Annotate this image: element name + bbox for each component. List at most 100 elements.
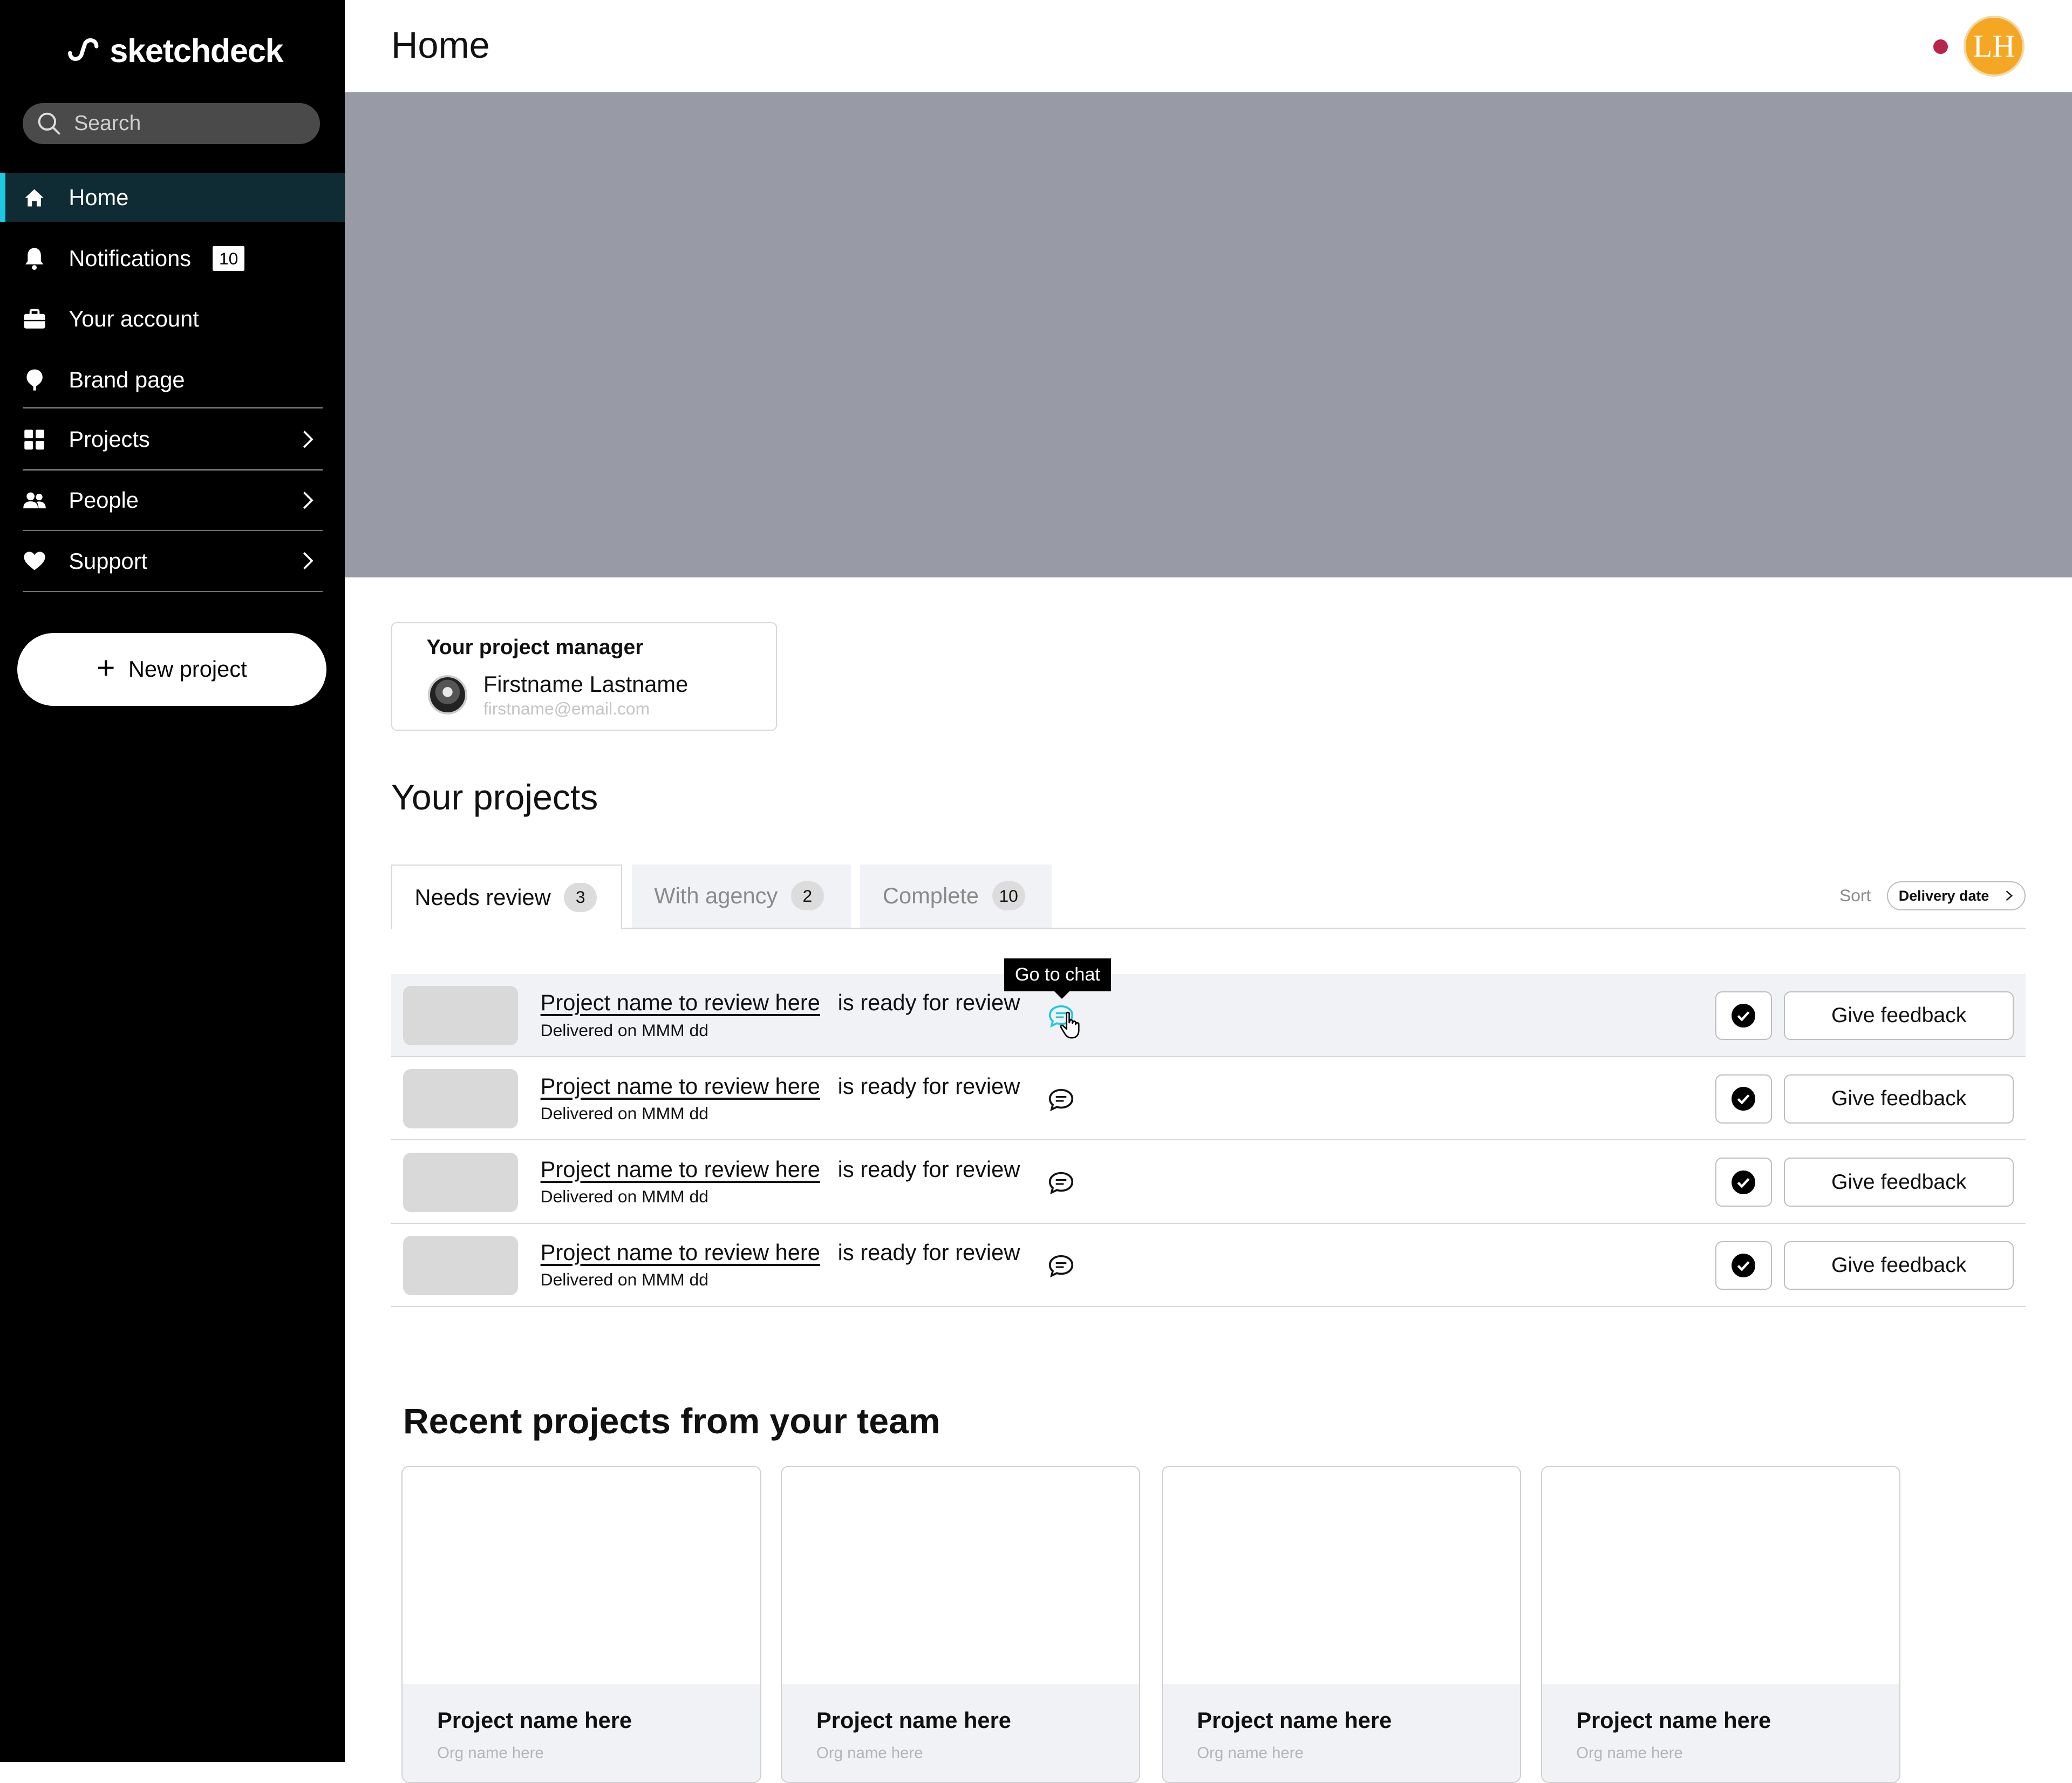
pin-icon bbox=[23, 368, 46, 392]
notifications-count-badge: 10 bbox=[213, 246, 245, 271]
sort-dropdown[interactable]: Delivery date bbox=[1887, 881, 2026, 911]
tab-label: Needs review bbox=[414, 884, 551, 910]
sidebar-item-your-account[interactable]: Your account bbox=[0, 295, 345, 344]
project-manager-name: Firstname Lastname bbox=[483, 671, 689, 697]
sidebar-item-label: Projects bbox=[69, 426, 150, 452]
new-project-label: New project bbox=[128, 656, 247, 682]
check-circle-icon bbox=[1732, 1170, 1756, 1194]
search-icon bbox=[38, 112, 60, 135]
sidebar-item-home[interactable]: Home bbox=[0, 173, 345, 222]
sidebar-item-label: People bbox=[69, 487, 139, 513]
status-indicator-dot bbox=[1933, 39, 1948, 55]
check-circle-icon bbox=[1732, 1087, 1756, 1111]
project-thumbnail[interactable] bbox=[403, 1069, 518, 1129]
give-feedback-button[interactable]: Give feedback bbox=[1784, 1074, 2014, 1124]
card-org: Org name here bbox=[437, 1744, 544, 1762]
card-org: Org name here bbox=[1576, 1744, 1683, 1762]
chat-icon[interactable] bbox=[1048, 1088, 1074, 1112]
project-status-text: is ready for review bbox=[837, 990, 1020, 1016]
sidebar-divider bbox=[22, 530, 323, 532]
approve-button[interactable] bbox=[1715, 1074, 1773, 1124]
sidebar-divider bbox=[22, 407, 323, 409]
project-manager-avatar bbox=[428, 675, 468, 715]
sort-value: Delivery date bbox=[1898, 887, 1989, 904]
card-title: Project name here bbox=[816, 1707, 1011, 1733]
project-thumbnail[interactable] bbox=[403, 1152, 518, 1212]
sidebar-item-support[interactable]: Support bbox=[0, 536, 345, 586]
tab-needs-review[interactable]: Needs review 3 bbox=[391, 864, 623, 929]
go-to-chat-tooltip: Go to chat bbox=[1004, 958, 1111, 999]
briefcase-icon bbox=[23, 307, 46, 331]
project-name-link[interactable]: Project name to review here bbox=[541, 1073, 820, 1099]
new-project-button[interactable]: + New project bbox=[17, 633, 326, 706]
project-name-link[interactable]: Project name to review here bbox=[541, 990, 820, 1016]
project-status-text: is ready for review bbox=[837, 1156, 1020, 1182]
tabs-divider bbox=[391, 928, 2026, 929]
review-row: Project name to review here is ready for… bbox=[391, 1224, 2026, 1308]
give-feedback-button[interactable]: Give feedback bbox=[1784, 1158, 2014, 1207]
sort-label: Sort bbox=[1839, 885, 1871, 905]
recent-project-card[interactable]: Project name here Org name here bbox=[1541, 1465, 1900, 1783]
sidebar-item-notifications[interactable]: Notifications bbox=[0, 234, 345, 283]
delivery-date: Delivered on MMM dd bbox=[540, 1187, 708, 1207]
project-manager-card: Your project manager Firstname Lastname … bbox=[391, 622, 777, 731]
sidebar-divider bbox=[22, 590, 323, 593]
chevron-right-icon bbox=[303, 491, 313, 509]
card-info: Project name here Org name here bbox=[1542, 1683, 1899, 1782]
card-title: Project name here bbox=[1197, 1707, 1392, 1733]
sidebar: sketchdeck Home Notifications 10 Your ac… bbox=[0, 0, 345, 1762]
tab-count-badge: 3 bbox=[564, 882, 597, 912]
delivery-date: Delivered on MMM dd bbox=[540, 1270, 708, 1290]
plus-icon: + bbox=[97, 650, 115, 685]
card-info: Project name here Org name here bbox=[782, 1683, 1140, 1782]
your-projects-heading: Your projects bbox=[391, 778, 598, 818]
check-circle-icon bbox=[1732, 1004, 1756, 1028]
recent-project-card[interactable]: Project name here Org name here bbox=[401, 1465, 761, 1783]
project-status-text: is ready for review bbox=[837, 1240, 1020, 1265]
sidebar-item-brand-page[interactable]: Brand page bbox=[0, 356, 345, 405]
sketchdeck-logo-icon bbox=[68, 38, 99, 62]
approve-button[interactable] bbox=[1715, 991, 1773, 1040]
hero-banner bbox=[345, 92, 2072, 578]
recent-project-card[interactable]: Project name here Org name here bbox=[1161, 1465, 1521, 1783]
recent-projects-heading: Recent projects from your team bbox=[403, 1401, 940, 1441]
chat-icon[interactable] bbox=[1048, 1254, 1074, 1278]
project-name-link[interactable]: Project name to review here bbox=[541, 1240, 820, 1265]
sidebar-item-projects[interactable]: Projects bbox=[0, 415, 345, 464]
tab-count-badge: 10 bbox=[992, 881, 1025, 911]
user-avatar[interactable]: LH bbox=[1964, 16, 2025, 77]
page-title: Home bbox=[391, 24, 490, 66]
sidebar-item-label: Home bbox=[69, 185, 129, 210]
people-icon bbox=[23, 488, 46, 512]
review-row: Project name to review here is ready for… bbox=[391, 1140, 2026, 1224]
project-name-link[interactable]: Project name to review here bbox=[541, 1156, 820, 1182]
card-title: Project name here bbox=[437, 1707, 632, 1733]
project-thumbnail[interactable] bbox=[403, 985, 518, 1046]
sidebar-item-label: Brand page bbox=[69, 367, 185, 393]
tab-label: Complete bbox=[882, 883, 979, 909]
project-manager-email[interactable]: firstname@email.com bbox=[483, 699, 650, 719]
tab-label: With agency bbox=[654, 883, 778, 909]
search-box[interactable] bbox=[22, 103, 320, 144]
approve-button[interactable] bbox=[1715, 1158, 1773, 1207]
tab-with-agency[interactable]: With agency 2 bbox=[631, 864, 851, 928]
project-thumbnail[interactable] bbox=[403, 1235, 518, 1295]
brand-logo[interactable]: sketchdeck bbox=[65, 32, 284, 70]
review-row: Project name to review here is ready for… bbox=[391, 1057, 2026, 1141]
chevron-right-icon bbox=[303, 552, 313, 570]
sidebar-item-label: Your account bbox=[69, 306, 199, 332]
check-circle-icon bbox=[1732, 1253, 1756, 1277]
approve-button[interactable] bbox=[1715, 1241, 1773, 1290]
delivery-date: Delivered on MMM dd bbox=[540, 1103, 708, 1123]
search-input[interactable] bbox=[71, 110, 296, 137]
recent-project-card[interactable]: Project name here Org name here bbox=[781, 1465, 1141, 1783]
hand-cursor-icon bbox=[1060, 1012, 1080, 1039]
caret-right-icon bbox=[2006, 890, 2013, 901]
give-feedback-button[interactable]: Give feedback bbox=[1784, 1241, 2014, 1290]
sidebar-item-people[interactable]: People bbox=[0, 476, 345, 525]
card-title: Project name here bbox=[1576, 1707, 1771, 1733]
give-feedback-button[interactable]: Give feedback bbox=[1784, 991, 2014, 1040]
chat-icon[interactable] bbox=[1048, 1171, 1074, 1195]
delivery-date: Delivered on MMM dd bbox=[540, 1020, 708, 1040]
tab-complete[interactable]: Complete 10 bbox=[860, 864, 1052, 928]
